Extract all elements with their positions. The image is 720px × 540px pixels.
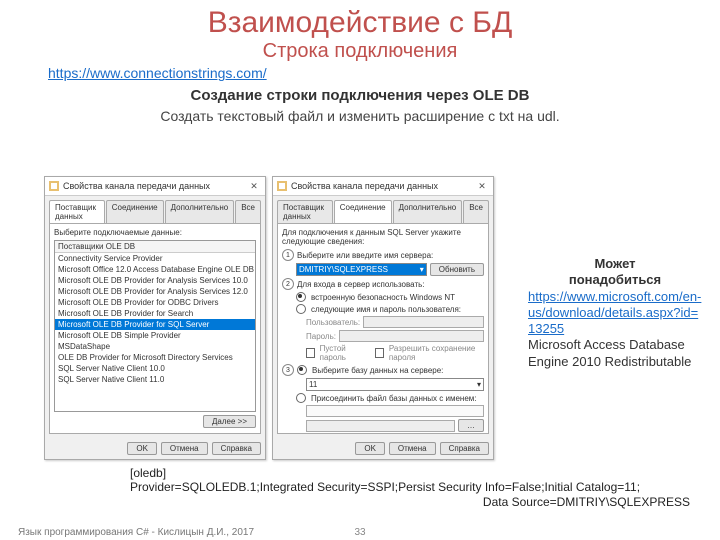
step3-label: Выберите базу данных на сервере: [312, 366, 443, 375]
refresh-button[interactable]: Обновить [430, 263, 484, 276]
dlg1-tabs: Поставщик данных Соединение Дополнительн… [45, 196, 265, 223]
list-item[interactable]: Microsoft OLE DB Provider for Analysis S… [55, 275, 255, 286]
dialog-row: Свойства канала передачи данных ✕ Постав… [44, 176, 494, 460]
tab-connection[interactable]: Соединение [334, 200, 392, 223]
list-item[interactable]: Microsoft OLE DB Provider for ODBC Drive… [55, 297, 255, 308]
user-label: Пользователь: [306, 318, 360, 327]
dlg2-tabpage: Для подключения к данным SQL Server укаж… [277, 223, 489, 434]
chevron-down-icon: ▾ [420, 265, 424, 274]
tab-advanced[interactable]: Дополнительно [393, 200, 463, 223]
dlg-provider-titlebar: Свойства канала передачи данных ✕ [45, 177, 265, 196]
code-line-2: Provider=SQLOLEDB.1;Integrated Security=… [130, 480, 690, 494]
list-header: Поставщики OLE DB [55, 241, 255, 253]
dlg1-tabpage: Выберите подключаемые данные: Поставщики… [49, 223, 261, 434]
list-item[interactable]: Microsoft OLE DB Simple Provider [55, 330, 255, 341]
ok-button[interactable]: OK [127, 442, 157, 455]
step-3-icon: 3 [282, 364, 294, 376]
close-icon[interactable]: ✕ [247, 179, 261, 193]
code-block: [oledb] Provider=SQLOLEDB.1;Integrated S… [130, 466, 690, 509]
ms-download-link[interactable]: https://www.microsoft.com/en-us/download… [528, 289, 701, 337]
dlg-connection-titlebar: Свойства канала передачи данных ✕ [273, 177, 493, 196]
user-input [363, 316, 484, 328]
server-combo[interactable]: DMITRIY\SQLEXPRESS▾ [296, 263, 427, 276]
dlg-connection-title: Свойства канала передачи данных [291, 181, 438, 191]
list-item[interactable]: MSDataShape [55, 341, 255, 352]
list-item[interactable]: Connectivity Service Provider [55, 253, 255, 264]
page-number: 33 [354, 527, 365, 538]
dlg-provider: Свойства канала передачи данных ✕ Постав… [44, 176, 266, 460]
step-1-icon: 1 [282, 249, 294, 261]
code-line-1: [oledb] [130, 466, 690, 480]
radio-db[interactable] [297, 365, 307, 375]
help-button[interactable]: Справка [212, 442, 261, 455]
attach-input[interactable] [306, 405, 484, 417]
list-item[interactable]: OLE DB Provider for Microsoft Directory … [55, 352, 255, 363]
app-icon [49, 181, 59, 191]
section-heading: Создание строки подключения через OLE DB [0, 87, 720, 104]
tab-provider[interactable]: Поставщик данных [49, 200, 105, 223]
side-h1: Может [528, 256, 702, 272]
step1-label: Выберите или введите имя сервера: [297, 251, 433, 260]
dlg-connection: Свойства канала передачи данных ✕ Постав… [272, 176, 494, 460]
dlg2-tabs: Поставщик данных Соединение Дополнительн… [273, 196, 493, 223]
list-item-selected[interactable]: Microsoft OLE DB Provider for SQL Server [55, 319, 255, 330]
chk-savepwd [375, 348, 384, 358]
dlg2-buttons: OK Отмена Справка [273, 438, 493, 459]
pwd-label: Пароль: [306, 332, 336, 341]
step2-label: Для входа в сервер использовать: [297, 280, 425, 289]
savepwd-label: Разрешить сохранение пароля [389, 344, 484, 362]
pwd-input [339, 330, 484, 342]
code-line-3: Data Source=DMITRIY\SQLEXPRESS [130, 495, 690, 509]
blankpwd-label: Пустой пароль [320, 344, 365, 362]
connstrings-link[interactable]: https://www.connectionstrings.com/ [48, 65, 267, 81]
tab-all[interactable]: Все [235, 200, 261, 223]
slide-subtitle: Строка подключения [0, 40, 720, 63]
test-button[interactable]: Проверить соединение [380, 433, 484, 434]
browse-button[interactable]: … [458, 419, 484, 432]
dlg2-intro: Для подключения к данным SQL Server укаж… [282, 228, 484, 246]
list-item[interactable]: Microsoft Office 12.0 Access Database En… [55, 264, 255, 275]
opt-a: встроенную безопасность Windows NT [311, 293, 455, 302]
ok-button[interactable]: OK [355, 442, 385, 455]
radio-attach[interactable] [296, 393, 306, 403]
tab-advanced[interactable]: Дополнительно [165, 200, 235, 223]
radio-userpwd[interactable] [296, 304, 306, 314]
side-text: Microsoft Access Database Engine 2010 Re… [528, 337, 702, 370]
instruction-text: Создать текстовый файл и изменить расшир… [0, 108, 720, 124]
side-h2: понадобиться [528, 272, 702, 288]
side-panel: Может понадобиться https://www.microsoft… [528, 256, 702, 370]
app-icon [277, 181, 287, 191]
radio-winnt[interactable] [296, 292, 306, 302]
provider-listbox[interactable]: Поставщики OLE DB Connectivity Service P… [54, 240, 256, 412]
attach-label: Присоединить файл базы данных с именем: [311, 394, 477, 403]
footer-text: Язык программирования C# - Кислицын Д.И.… [18, 527, 254, 538]
cancel-button[interactable]: Отмена [389, 442, 436, 455]
dlg-provider-title: Свойства канала передачи данных [63, 181, 210, 191]
list-item[interactable]: Microsoft OLE DB Provider for Analysis S… [55, 286, 255, 297]
chk-blankpwd [306, 348, 315, 358]
list-item[interactable]: SQL Server Native Client 10.0 [55, 363, 255, 374]
next-button[interactable]: Далее >> [203, 415, 256, 428]
cancel-button[interactable]: Отмена [161, 442, 208, 455]
list-item[interactable]: SQL Server Native Client 11.0 [55, 374, 255, 385]
dlg1-buttons: OK Отмена Справка [45, 438, 265, 459]
dlg1-label: Выберите подключаемые данные: [54, 228, 256, 237]
chevron-down-icon: ▾ [477, 380, 481, 389]
tab-all[interactable]: Все [463, 200, 489, 223]
opt-b: следующие имя и пароль пользователя: [311, 305, 461, 314]
list-item[interactable]: Microsoft OLE DB Provider for Search [55, 308, 255, 319]
tab-connection[interactable]: Соединение [106, 200, 164, 223]
db-combo[interactable]: 11▾ [306, 378, 484, 391]
step-2-icon: 2 [282, 278, 294, 290]
help-button[interactable]: Справка [440, 442, 489, 455]
tab-provider[interactable]: Поставщик данных [277, 200, 333, 223]
slide-title: Взаимодействие с БД [0, 6, 720, 40]
close-icon[interactable]: ✕ [475, 179, 489, 193]
attach-file-input [306, 420, 455, 432]
